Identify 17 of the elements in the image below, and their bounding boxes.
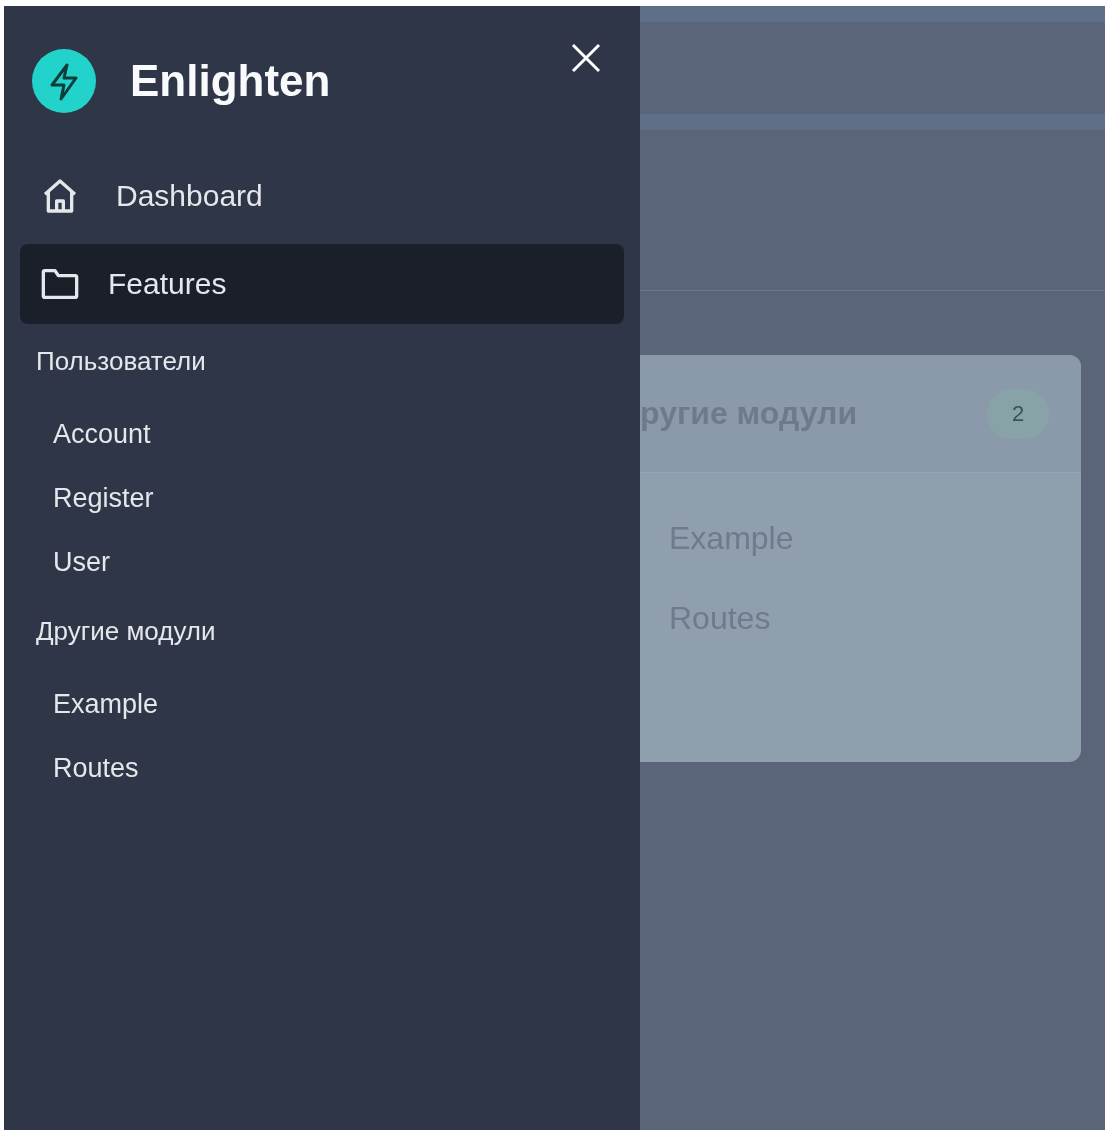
lightning-logo-icon — [32, 49, 96, 113]
menu-link[interactable]: Account — [20, 402, 624, 466]
menu-link[interactable]: Routes — [20, 736, 624, 800]
folder-icon — [40, 267, 80, 301]
menu-link[interactable]: Example — [20, 672, 624, 736]
close-button[interactable] — [570, 42, 602, 74]
nav-label: Dashboard — [116, 179, 263, 213]
close-icon — [570, 42, 602, 74]
menu-link[interactable]: Register — [20, 466, 624, 530]
nav-item[interactable]: Dashboard — [20, 156, 624, 236]
section-heading: Пользователи — [35, 345, 207, 378]
nav-item[interactable]: Features — [20, 244, 624, 324]
count-badge: 2 — [987, 388, 1049, 439]
menu-link[interactable]: User — [20, 530, 624, 594]
nav-label: Features — [108, 267, 227, 301]
section-heading: Другие модули — [35, 615, 217, 648]
app-title: Enlighten — [130, 56, 331, 106]
